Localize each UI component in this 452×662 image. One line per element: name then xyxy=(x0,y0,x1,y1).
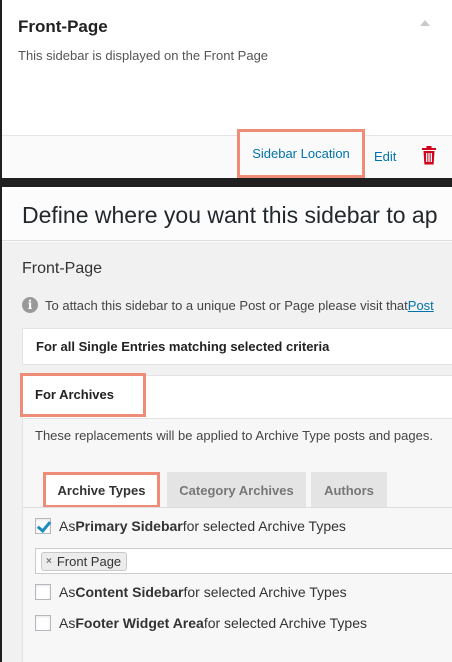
tab-archive-types[interactable]: Archive Types xyxy=(43,472,160,508)
sidebar-name: Front-Page xyxy=(22,260,103,277)
tag-label: Front Page xyxy=(56,554,122,569)
tab-authors[interactable]: Authors xyxy=(311,472,387,508)
tab-divider xyxy=(23,507,452,508)
post-link[interactable]: Post xyxy=(408,298,434,313)
edit-link[interactable]: Edit xyxy=(374,149,396,164)
option-area-name: Content Sidebar xyxy=(75,584,184,600)
option-prefix: As xyxy=(59,584,76,600)
modal-body: Front-Page i To attach this sidebar to a… xyxy=(2,242,452,662)
sidebar-location-modal: Define where you want this sidebar to ap… xyxy=(2,187,452,662)
collapse-arrow-icon[interactable] xyxy=(420,20,430,26)
modal-header: Define where you want this sidebar to ap xyxy=(2,187,452,241)
archives-section: For Archives These replacements will be … xyxy=(20,373,452,662)
sidebar-location-link[interactable]: Sidebar Location xyxy=(237,129,365,178)
for-archives-label[interactable]: For Archives xyxy=(20,373,146,417)
info-notice: i To attach this sidebar to a unique Pos… xyxy=(22,297,434,313)
option-prefix: As xyxy=(59,518,76,534)
option-prefix: As xyxy=(59,615,76,631)
footer-widget-option[interactable]: As Footer Widget Area for selected Archi… xyxy=(35,615,367,631)
archive-types-select[interactable]: × Front Page xyxy=(35,548,452,574)
option-area-name: Primary Sidebar xyxy=(75,518,183,534)
option-suffix: for selected Archive Types xyxy=(182,518,346,534)
primary-sidebar-option[interactable]: As Primary Sidebar for selected Archive … xyxy=(35,518,346,534)
content-sidebar-option[interactable]: As Content Sidebar for selected Archive … xyxy=(35,584,347,600)
archives-description: These replacements will be applied to Ar… xyxy=(35,428,433,443)
info-text: To attach this sidebar to a unique Post … xyxy=(45,297,408,313)
content-sidebar-checkbox[interactable] xyxy=(35,584,51,600)
primary-sidebar-checkbox[interactable] xyxy=(35,518,51,534)
selected-tag: × Front Page xyxy=(41,552,128,571)
sidebar-title: Front-Page xyxy=(18,17,108,36)
option-area-name: Footer Widget Area xyxy=(75,615,204,631)
remove-tag-icon[interactable]: × xyxy=(46,556,52,567)
single-entries-label: For all Single Entries matching selected… xyxy=(36,339,330,354)
option-suffix: for selected Archive Types xyxy=(183,584,347,600)
single-entries-section[interactable]: For all Single Entries matching selected… xyxy=(22,328,452,365)
modal-title: Define where you want this sidebar to ap xyxy=(22,202,438,228)
option-suffix: for selected Archive Types xyxy=(203,615,367,631)
info-icon: i xyxy=(22,297,38,313)
trash-icon[interactable] xyxy=(421,146,437,165)
sidebar-description: This sidebar is displayed on the Front P… xyxy=(18,48,269,63)
tab-category-archives[interactable]: Category Archives xyxy=(167,472,306,508)
footer-widget-checkbox[interactable] xyxy=(35,615,51,631)
